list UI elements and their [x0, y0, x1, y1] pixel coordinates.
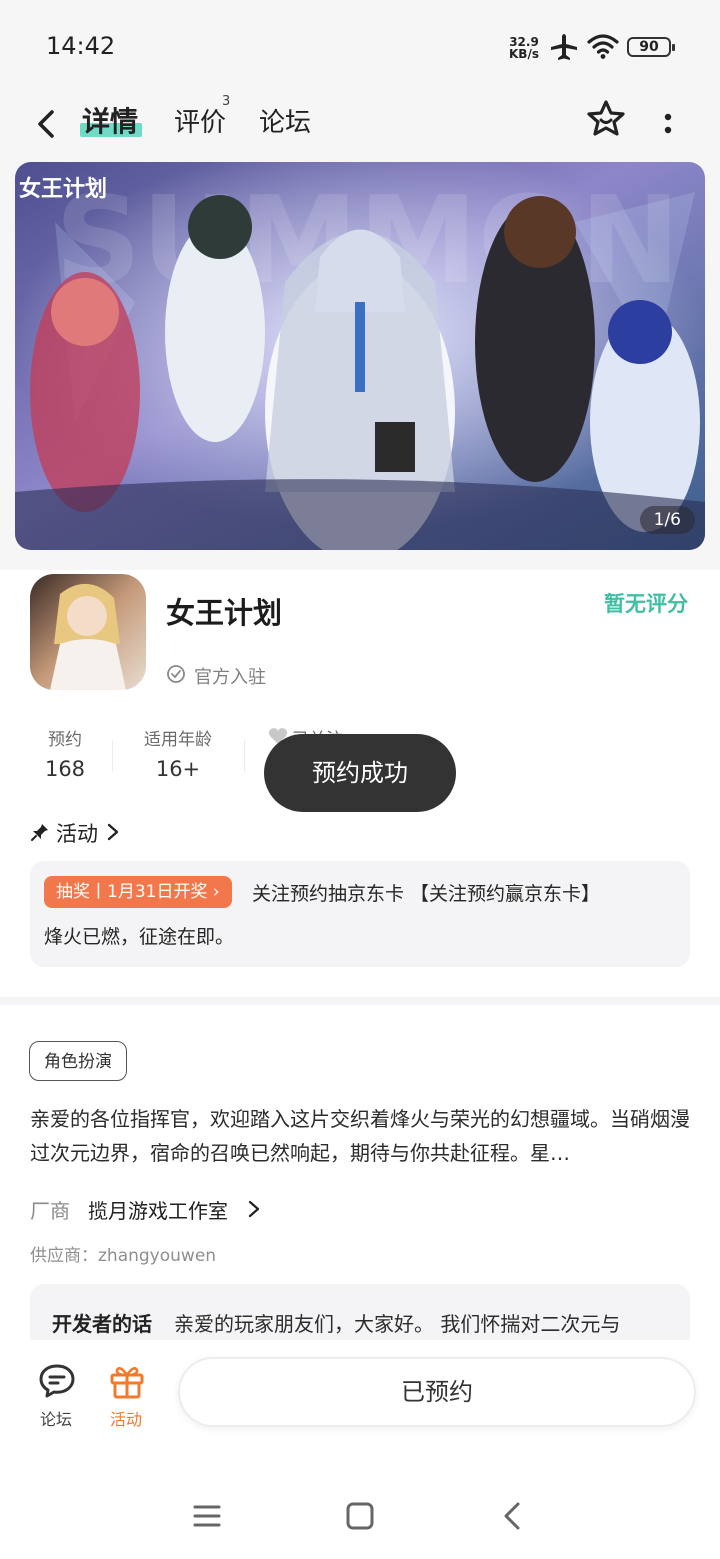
banner-carousel[interactable]: SUMMON 女王计划 1/6	[15, 162, 705, 550]
genre-tag[interactable]: 角色扮演	[29, 1041, 127, 1081]
reserved-button[interactable]: 已预约	[178, 1357, 696, 1427]
game-app-icon	[30, 574, 146, 690]
vendor-label: 厂商	[30, 1199, 70, 1223]
stat-reservations-value: 168	[44, 757, 86, 781]
tab-forum[interactable]: 论坛	[259, 102, 311, 139]
activity-text-line1: 关注预约抽京东卡 【关注预约赢京东卡】	[252, 883, 601, 905]
verified-check-icon	[167, 665, 185, 683]
vendor-name-link[interactable]: 揽月游戏工作室	[88, 1195, 228, 1224]
tab-reviews[interactable]: 评价	[174, 102, 226, 139]
recent-apps-icon[interactable]	[192, 1502, 222, 1530]
pin-icon	[31, 824, 48, 841]
system-nav-bar	[0, 1450, 720, 1559]
top-nav-bar: 详情 评价 3 论坛	[0, 90, 720, 160]
wifi-icon	[587, 34, 619, 59]
game-description[interactable]: 亲爱的各位指挥官，欢迎踏入这片交织着烽火与荣光的幻想疆域。当硝烟漫过次元边界，宿…	[30, 1102, 694, 1170]
tab-details[interactable]: 详情	[82, 100, 138, 140]
system-back-icon[interactable]	[500, 1500, 524, 1532]
stat-age-value: 16+	[155, 757, 201, 781]
rating-label: 暂无评分	[604, 592, 688, 616]
banner-page-counter: 1/6	[639, 506, 695, 534]
banner-artwork: SUMMON 女王计划	[15, 162, 705, 550]
chevron-right-icon: ›	[212, 882, 220, 902]
airplane-mode-icon	[551, 34, 577, 60]
bottom-action-bar: 论坛 活动 已预约	[0, 1340, 720, 1450]
section-divider	[0, 997, 720, 1005]
activity-card[interactable]: 抽奖丨1月31日开奖 › 关注预约抽京东卡 【关注预约赢京东卡】 烽火已燃，征途…	[30, 861, 690, 967]
gift-icon[interactable]	[108, 1362, 146, 1400]
forum-chat-icon[interactable]	[38, 1362, 76, 1400]
network-speed-unit: KB/s	[509, 47, 539, 61]
banner-area: SUMMON 女王计划 1/6	[0, 160, 720, 570]
network-speed: 32.9 KB/s	[509, 36, 539, 60]
event-label[interactable]: 活动	[110, 1406, 142, 1430]
forum-label[interactable]: 论坛	[40, 1406, 72, 1430]
status-bar: 14:42 32.9 KB/s 90	[0, 0, 720, 90]
favorite-star-icon[interactable]	[585, 98, 627, 140]
chevron-right-icon[interactable]	[106, 822, 120, 842]
battery-indicator: 90	[627, 37, 675, 57]
banner-logo: 女王计划	[19, 176, 107, 202]
toast-message: 预约成功	[264, 734, 456, 812]
supplier-info: 供应商：zhangyouwen	[30, 1246, 217, 1266]
stat-divider	[244, 740, 245, 772]
developer-note-title: 开发者的话	[52, 1312, 152, 1336]
stat-reservations-label: 预约	[48, 730, 82, 750]
more-options-icon[interactable]	[650, 100, 686, 144]
game-title: 女王计划	[166, 596, 283, 630]
official-badge-label: 官方入驻	[194, 667, 266, 688]
developer-note-text: 亲爱的玩家朋友们，大家好。 我们怀揣对二次元与	[174, 1312, 621, 1336]
stat-age-label: 适用年龄	[144, 730, 212, 750]
reviews-count-badge: 3	[222, 94, 231, 109]
status-time: 14:42	[46, 32, 116, 60]
home-icon[interactable]	[344, 1500, 376, 1532]
lottery-badge[interactable]: 抽奖丨1月31日开奖 ›	[44, 876, 232, 908]
activity-section-title[interactable]: 活动	[56, 818, 98, 848]
chevron-right-icon[interactable]	[247, 1199, 261, 1219]
stat-divider	[112, 740, 113, 772]
back-arrow-icon[interactable]	[30, 102, 64, 146]
activity-text-line2: 烽火已燃，征途在即。	[44, 926, 235, 948]
lottery-badge-label: 抽奖丨1月31日开奖	[56, 882, 208, 902]
